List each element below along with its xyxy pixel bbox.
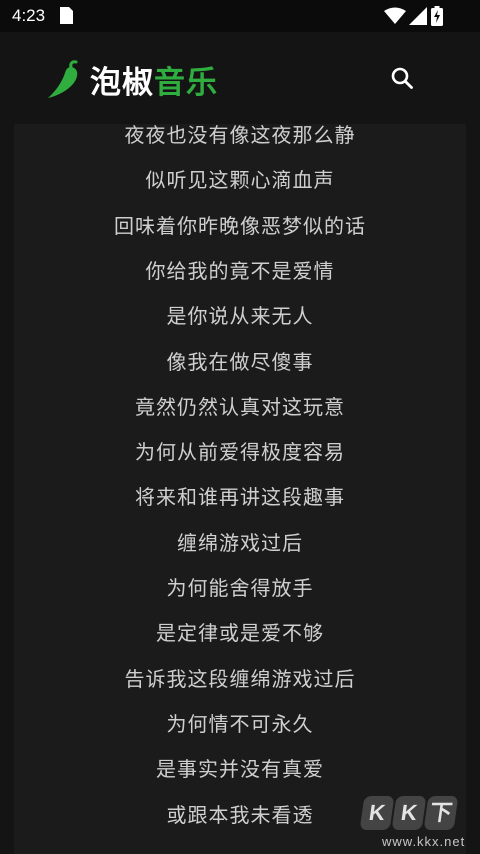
signal-icon	[409, 7, 427, 25]
battery-charging-icon	[431, 6, 443, 26]
app-title: 泡椒音乐	[90, 57, 218, 102]
search-button[interactable]	[386, 62, 418, 94]
app-header: 泡椒音乐	[0, 32, 480, 124]
lyric-line: 你给我的竟不是爱情	[145, 258, 335, 283]
lyric-line: 是你说从来无人	[166, 304, 314, 329]
wifi-icon	[384, 7, 406, 24]
app-title-part1: 泡椒	[90, 64, 154, 101]
lyric-line: 为何情不可永久	[166, 711, 314, 736]
status-time: 4:23	[12, 6, 46, 25]
lyric-line: 是定律或是爱不够	[156, 621, 324, 646]
app-logo: 泡椒音乐	[46, 56, 218, 102]
status-bar: 4:23	[0, 0, 480, 32]
lyric-line: 是事实并没有真爱	[156, 757, 324, 782]
lyric-line: 或跟本我未看透	[166, 802, 314, 827]
app-title-part2: 音乐	[154, 64, 218, 101]
lyric-line: 为何从前爱得极度容易	[135, 440, 345, 465]
lyric-line: 为何能舍得放手	[166, 576, 314, 600]
lyric-line: 像我在做尽傻事	[166, 349, 314, 374]
lyrics-panel[interactable]: 夜夜也没有像这夜那么静 似听见这颗心滴血声回味着你昨晚像恶梦似的话 你给我的竟不是爱…	[14, 124, 466, 854]
search-icon	[391, 67, 413, 89]
chili-pepper-icon	[48, 60, 78, 98]
lyric-line: 似听见这颗心滴血声	[145, 168, 335, 193]
lyric-line: 夜夜也没有像这夜那么静	[124, 124, 356, 147]
sim-card-icon	[60, 7, 73, 24]
lyric-line: 竟然仍然认真对这玩意	[135, 394, 345, 419]
lyric-line: 缠绵游戏过后	[177, 530, 303, 555]
lyric-line: 将来和谁再讲这段趣事	[135, 485, 345, 510]
lyric-line: 回味着你昨晚像恶梦似的话	[114, 213, 366, 238]
lyric-line: 告诉我这段缠绵游戏过后	[124, 666, 356, 691]
